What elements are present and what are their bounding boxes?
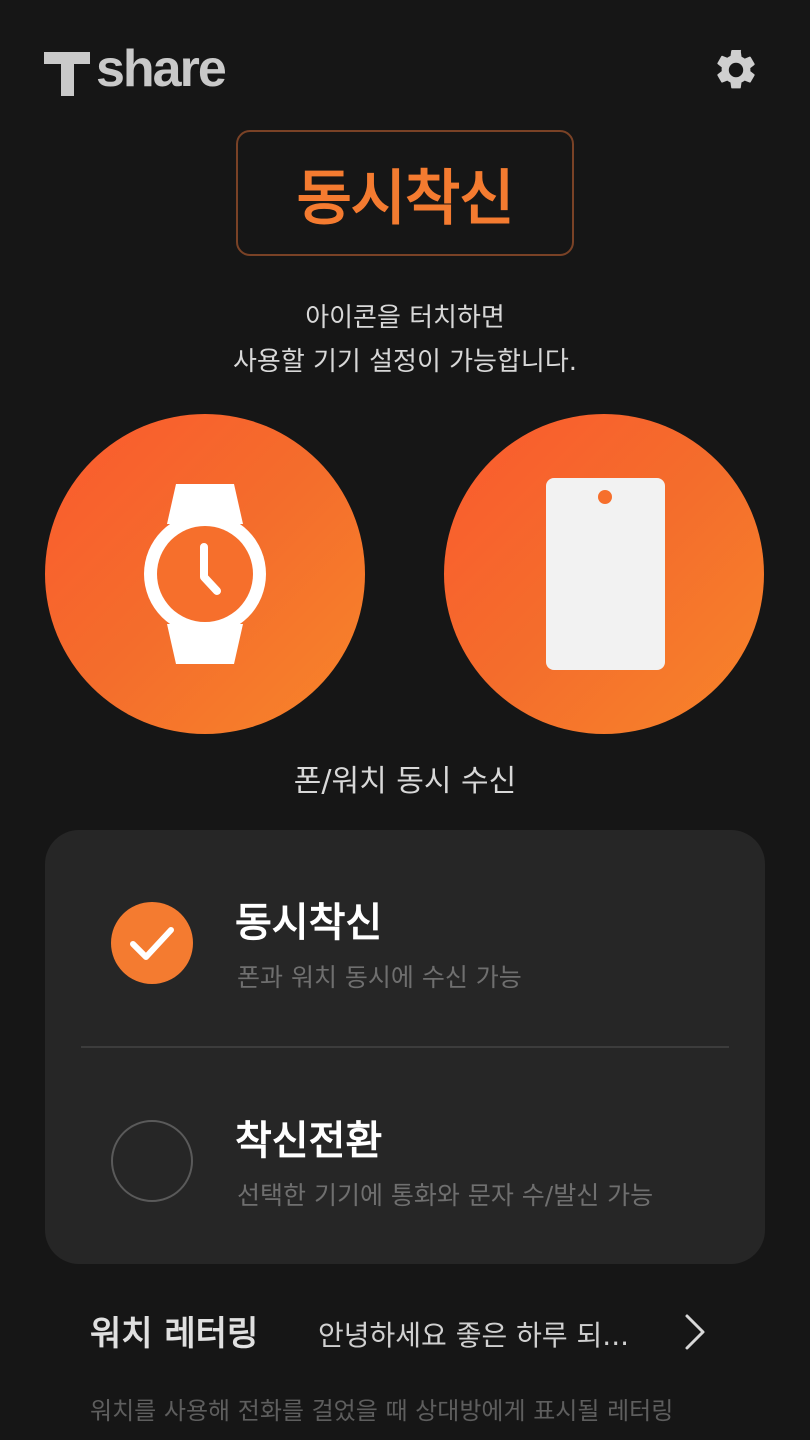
radio-unchecked[interactable]: [111, 1120, 193, 1202]
lettering-label: 워치 레터링: [90, 1314, 259, 1354]
phone-device-button[interactable]: [444, 414, 764, 734]
watch-device-button[interactable]: [45, 414, 365, 734]
app-logo: share: [44, 40, 227, 100]
option-description: 선택한 기기에 통화와 문자 수/발신 가능: [237, 1181, 654, 1210]
device-caption: 폰/워치 동시 수신: [293, 764, 517, 799]
lettering-value: 안녕하세요 좋은 하루 되...: [318, 1319, 630, 1352]
option-simultaneous[interactable]: 동시착신 폰과 워치 동시에 수신 가능: [45, 830, 765, 1046]
guide-text: 아이콘을 터치하면 사용할 기기 설정이 가능합니다.: [0, 296, 810, 384]
gear-icon: [717, 49, 755, 89]
option-description: 폰과 워치 동시에 수신 가능: [237, 963, 522, 992]
option-forwarding[interactable]: 착신전환 선택한 기기에 통화와 문자 수/발신 가능: [45, 1048, 765, 1264]
option-title: 착신전환: [235, 1118, 383, 1164]
logo-text: share: [96, 40, 227, 98]
current-mode-box: 동시착신: [236, 130, 574, 256]
watch-lettering-row[interactable]: 워치 레터링 안녕하세요 좋은 하루 되...: [0, 1290, 810, 1374]
mode-options-card: 동시착신 폰과 워치 동시에 수신 가능 착신전환 선택한 기기에 통화와 문자…: [45, 830, 765, 1264]
guide-line-1: 아이콘을 터치하면: [305, 303, 505, 333]
phone-icon: [546, 478, 665, 670]
option-title: 동시착신: [235, 900, 383, 946]
check-icon: [130, 927, 174, 960]
guide-line-2: 사용할 기기 설정이 가능합니다.: [232, 347, 578, 377]
smartwatch-icon: [144, 484, 266, 664]
radio-checked[interactable]: [111, 902, 193, 984]
t-logo-icon: [44, 52, 90, 96]
lettering-note: 워치를 사용해 전화를 걸었을 때 상대방에게 표시될 레터링: [90, 1397, 674, 1425]
current-mode-title: 동시착신: [296, 163, 515, 234]
chevron-right-icon: [680, 1312, 710, 1352]
settings-button[interactable]: [712, 46, 760, 94]
